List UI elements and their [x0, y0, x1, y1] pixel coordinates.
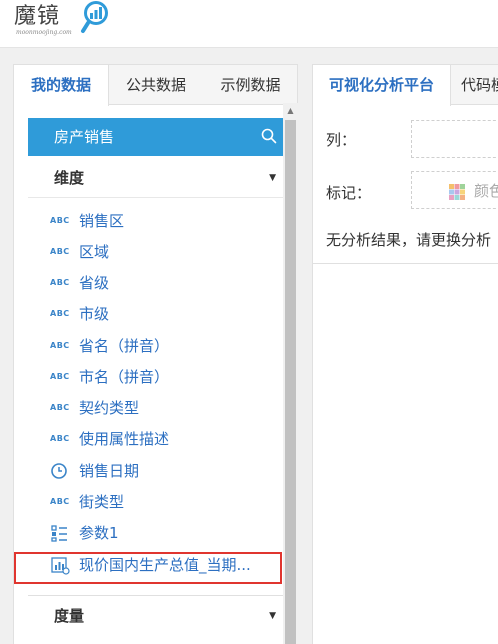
field-label: 市名（拼音）	[79, 368, 170, 386]
abc-type-icon: ABC	[50, 247, 70, 256]
field-label: 省级	[79, 274, 110, 292]
logo-text: 魔镜	[14, 4, 61, 29]
abc-type-icon: ABC	[50, 216, 70, 225]
field-label: 销售日期	[79, 462, 140, 480]
divider	[313, 263, 498, 264]
no-result-message: 无分析结果，请更换分析	[326, 231, 492, 249]
field-label: 使用属性描述	[79, 430, 170, 448]
color-mark-button[interactable]: 颜色	[411, 171, 498, 209]
scrollbar[interactable]: ▲	[283, 103, 298, 644]
field-label: 市级	[79, 305, 110, 323]
field-label: 销售区	[79, 212, 125, 230]
tab-my-data[interactable]: 我的数据	[14, 65, 109, 106]
scrollbar-thumb[interactable]	[285, 120, 296, 644]
abc-type-icon: ABC	[50, 372, 70, 381]
dimensions-label: 维度	[54, 169, 85, 187]
abc-type-icon: ABC	[50, 278, 70, 287]
field-label: 区域	[79, 243, 110, 261]
logo-icon	[81, 1, 108, 33]
tab-visual-analysis[interactable]: 可视化分析平台	[313, 65, 451, 106]
dimensions-header[interactable]: 维度 ▼	[28, 158, 284, 198]
field-label: 参数1	[79, 524, 119, 542]
columns-label: 列：	[326, 131, 357, 149]
scroll-up-arrow-icon[interactable]: ▲	[283, 103, 298, 119]
field-label: 省名（拼音）	[79, 337, 170, 355]
field-label: 街类型	[79, 493, 125, 511]
highlight-box	[14, 552, 282, 584]
abc-type-icon: ABC	[50, 434, 70, 443]
tab-sample-data[interactable]: 示例数据	[204, 65, 297, 105]
search-icon[interactable]	[260, 127, 278, 145]
clock-icon	[51, 463, 67, 479]
columns-drop-zone[interactable]	[411, 120, 498, 158]
abc-type-icon: ABC	[50, 341, 70, 350]
logo-subtitle: moonmoojing.com	[16, 29, 72, 36]
analysis-panel: 可视化分析平台 代码模 列： 标记： 颜色 无分析结果，请更换分析	[312, 64, 498, 644]
data-source-tabs: 我的数据 公共数据 示例数据	[14, 65, 297, 106]
marks-label: 标记：	[326, 184, 372, 202]
parameter-icon	[51, 525, 67, 542]
measures-label: 度量	[54, 607, 85, 625]
tab-public-data[interactable]: 公共数据	[110, 65, 202, 105]
abc-type-icon: ABC	[50, 309, 70, 318]
dataset-selector[interactable]: 房产销售	[28, 118, 284, 156]
abc-type-icon: ABC	[50, 403, 70, 412]
color-palette-icon	[449, 184, 465, 200]
abc-type-icon: ABC	[50, 497, 70, 506]
field-label: 契约类型	[79, 399, 140, 417]
caret-down-icon: ▼	[269, 173, 276, 183]
dataset-name: 房产销售	[54, 128, 115, 146]
analysis-tabs: 可视化分析平台 代码模	[313, 65, 498, 106]
tab-code[interactable]: 代码模	[461, 65, 498, 106]
measures-header[interactable]: 度量 ▼	[28, 595, 284, 635]
color-label: 颜色	[474, 182, 498, 200]
app-header: 魔镜 moonmoojing.com	[0, 0, 498, 48]
caret-down-icon: ▼	[269, 611, 276, 621]
